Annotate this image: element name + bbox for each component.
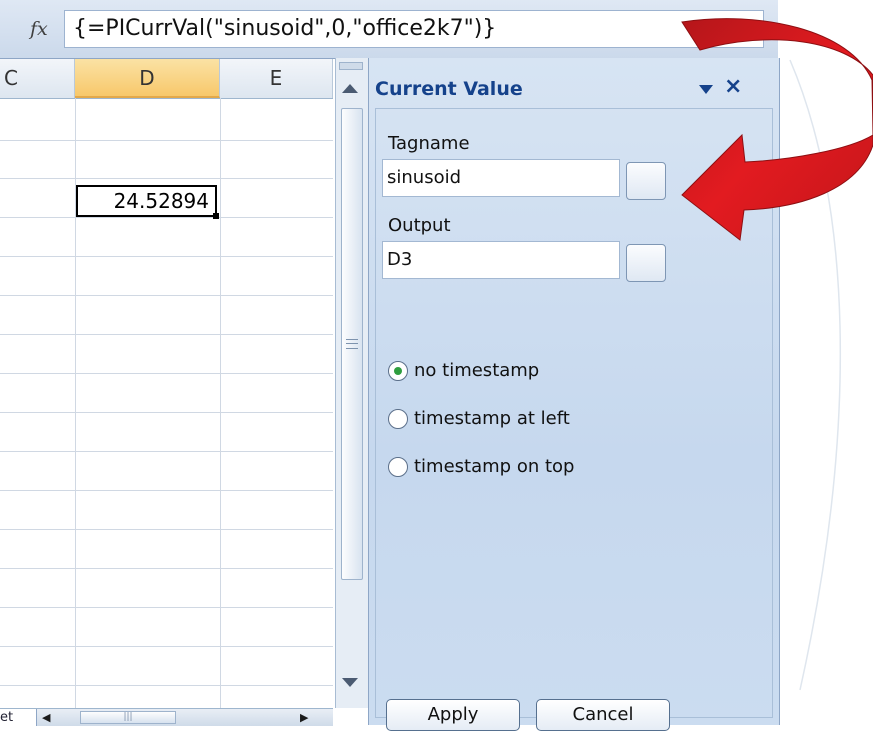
grid-line	[0, 490, 333, 491]
vertical-scroll-thumb[interactable]	[341, 108, 363, 580]
radio-label: timestamp at left	[414, 408, 570, 429]
column-header-row: C D E	[0, 58, 333, 99]
horizontal-scroll-thumb[interactable]: |||	[80, 711, 176, 724]
close-icon[interactable]: ×	[724, 74, 742, 99]
sheet-tab[interactable]: et	[0, 709, 37, 726]
radio-label: no timestamp	[414, 360, 540, 381]
scroll-right-icon[interactable]: ▶	[300, 711, 308, 724]
current-value-task-pane: Current Value × Tagname sinusoid Output …	[368, 58, 780, 731]
radio-label: timestamp on top	[414, 456, 575, 477]
spreadsheet-grid: C D E 24.52894	[0, 58, 333, 708]
radio-selected-icon[interactable]	[388, 361, 408, 381]
grid-line	[0, 140, 333, 141]
pane-body: Tagname sinusoid Output D3 no timestamp …	[375, 108, 773, 731]
tagname-label: Tagname	[388, 133, 470, 154]
column-header-d[interactable]: D	[75, 58, 220, 98]
sheet-tab-bar: et ◀ ||| ▶	[0, 708, 333, 726]
cancel-button[interactable]: Cancel	[536, 699, 670, 731]
grid-line	[0, 685, 333, 686]
grid-line	[0, 295, 333, 296]
pane-title: Current Value	[375, 78, 523, 100]
grid-line	[0, 607, 333, 608]
grid-line	[0, 178, 333, 179]
grid-line	[0, 373, 333, 374]
fill-handle[interactable]	[213, 213, 219, 219]
grid-line	[0, 412, 333, 413]
grid-line	[0, 646, 333, 647]
scroll-left-icon[interactable]: ◀	[42, 711, 50, 724]
radio-icon[interactable]	[388, 457, 408, 477]
grid-line	[0, 568, 333, 569]
scroll-up-icon[interactable]	[342, 84, 358, 93]
output-field[interactable]: D3	[382, 241, 620, 279]
active-cell-d3[interactable]: 24.52894	[76, 185, 217, 217]
tagname-field[interactable]: sinusoid	[382, 159, 620, 197]
output-browse-button[interactable]	[626, 244, 666, 282]
grid-line	[0, 256, 333, 257]
grid-line	[0, 334, 333, 335]
dropdown-icon[interactable]	[699, 85, 713, 94]
vertical-scrollbar[interactable]	[335, 58, 369, 708]
scroll-down-icon[interactable]	[342, 678, 358, 687]
apply-button[interactable]: Apply	[386, 699, 520, 731]
grip-icon	[346, 339, 358, 349]
formula-input[interactable]: {=PICurrVal("sinusoid",0,"office2k7")}	[64, 10, 764, 48]
split-box[interactable]	[339, 62, 363, 70]
column-header-c[interactable]: C	[0, 58, 75, 98]
formula-bar: fx {=PICurrVal("sinusoid",0,"office2k7")…	[0, 0, 778, 59]
fx-icon[interactable]: fx	[30, 18, 48, 40]
grid-line	[0, 529, 333, 530]
radio-icon[interactable]	[388, 409, 408, 429]
column-header-e[interactable]: E	[220, 58, 333, 98]
grid-line	[0, 217, 333, 218]
grid-line	[220, 98, 221, 708]
tagname-browse-button[interactable]	[626, 162, 666, 200]
grid-line	[0, 451, 333, 452]
output-label: Output	[388, 215, 451, 236]
